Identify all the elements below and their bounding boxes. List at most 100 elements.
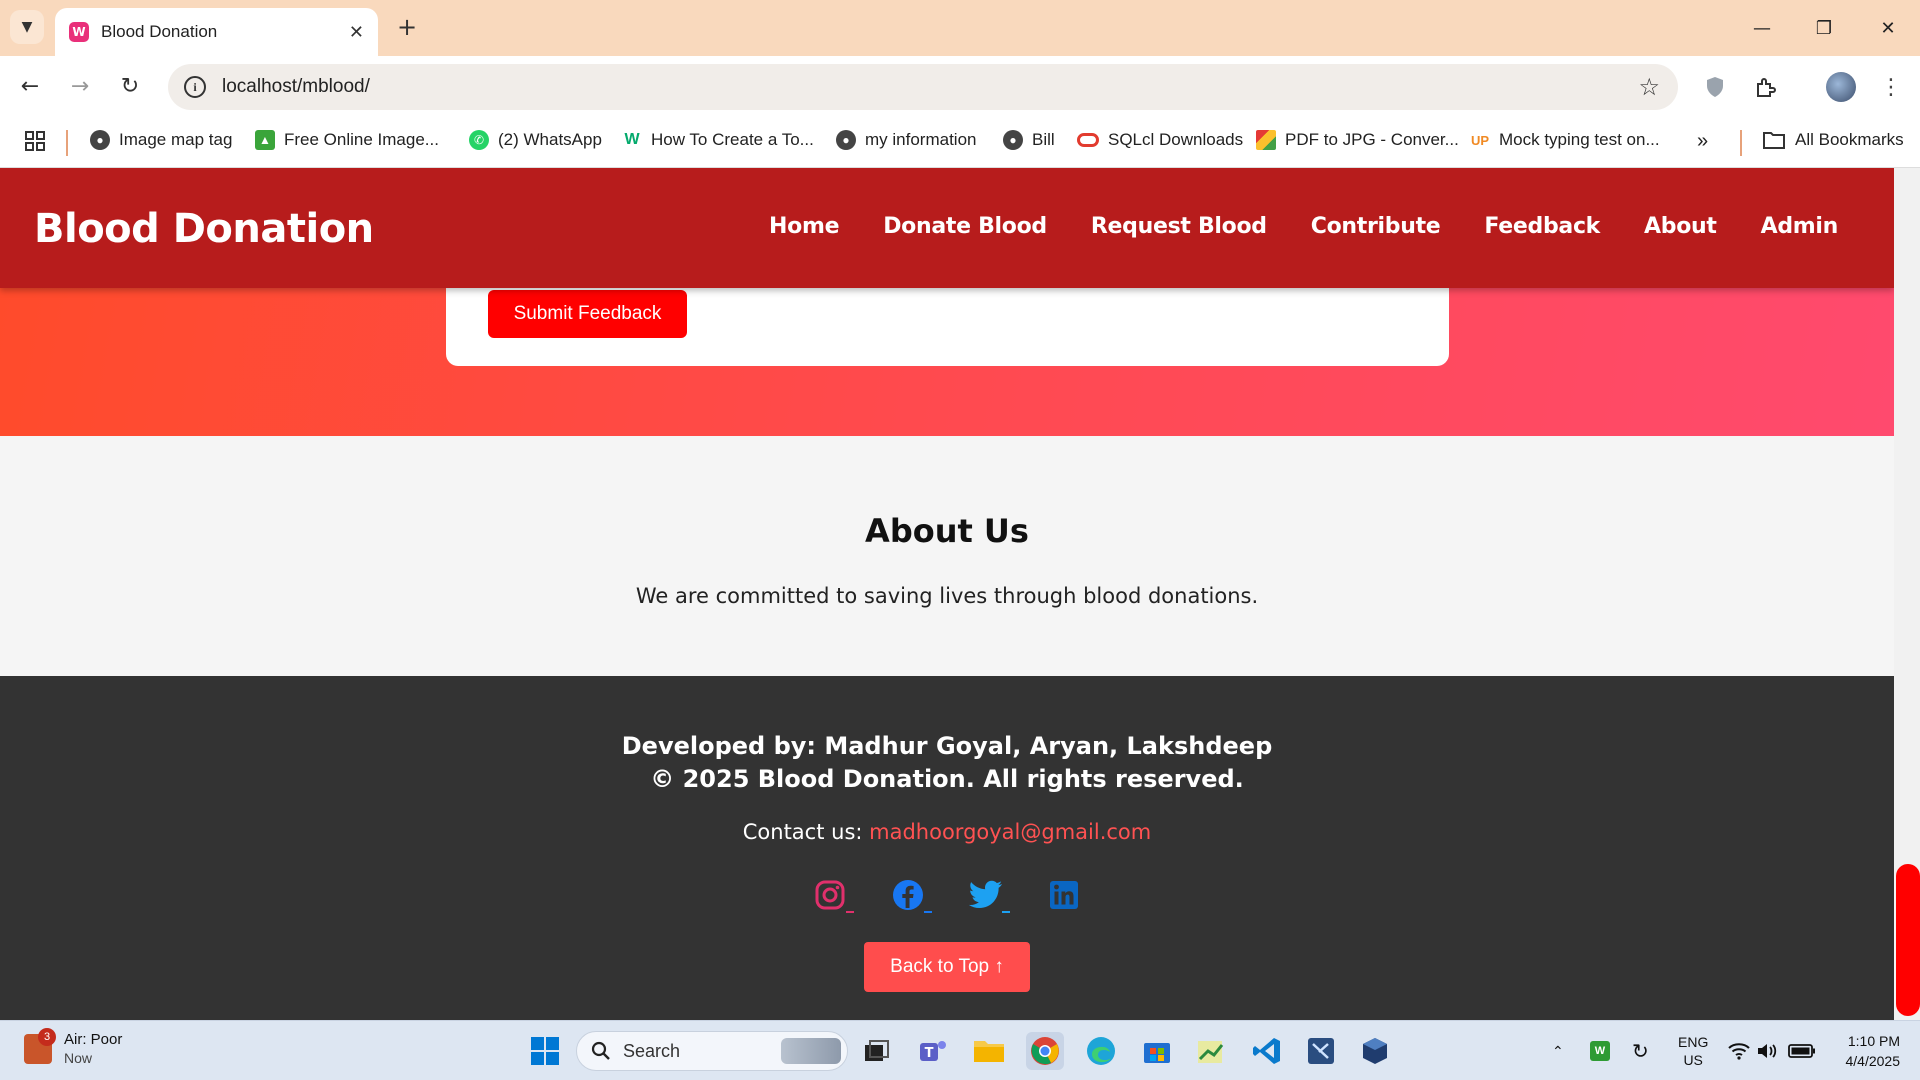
nav-about[interactable]: About — [1644, 214, 1717, 239]
nav-home[interactable]: Home — [769, 214, 839, 239]
bookmark-item[interactable]: SQLcl Downloads — [1077, 130, 1243, 150]
close-window-icon[interactable]: ✕ — [1868, 10, 1908, 46]
more-bookmarks-button[interactable]: » — [1697, 130, 1708, 153]
submit-feedback-button[interactable]: Submit Feedback — [488, 290, 687, 338]
bookmark-label: Bill — [1032, 130, 1055, 149]
url-text[interactable]: localhost/mblood/ — [222, 76, 370, 98]
oracle-icon — [1077, 133, 1099, 147]
bookmark-label: PDF to JPG - Conver... — [1285, 130, 1459, 149]
weather-widget[interactable]: 3 Air: Poor Now — [24, 1028, 122, 1068]
contact-prefix: Contact us: — [742, 820, 870, 844]
bookmark-item[interactable]: W How To Create a To... — [622, 130, 814, 150]
virtualbox-icon[interactable] — [1356, 1032, 1394, 1070]
notification-badge: 3 — [38, 1028, 56, 1046]
about-title: About Us — [865, 512, 1029, 550]
nav-request-blood[interactable]: Request Blood — [1091, 214, 1267, 239]
linkedin-icon[interactable] — [1044, 875, 1084, 915]
site-header: Blood Donation Home Donate Blood Request… — [0, 168, 1894, 288]
contact-email-link[interactable]: madhoorgoyal@gmail.com — [869, 820, 1151, 844]
about-text: We are committed to saving lives through… — [635, 584, 1259, 608]
twitter-icon[interactable] — [966, 875, 1010, 915]
microsoft-store-icon[interactable] — [1138, 1032, 1176, 1070]
new-tab-button[interactable]: + — [392, 12, 422, 42]
bookmark-label: Free Online Image... — [284, 130, 439, 149]
bookmark-label: How To Create a To... — [651, 130, 814, 149]
file-explorer-icon[interactable] — [970, 1032, 1008, 1070]
chrome-icon[interactable] — [1026, 1032, 1064, 1070]
bookmark-item[interactable]: ● Image map tag — [90, 130, 232, 150]
lang-bottom: US — [1683, 1052, 1703, 1068]
wamp-tray-icon[interactable]: W — [1590, 1021, 1610, 1080]
battery-icon[interactable] — [1788, 1021, 1816, 1080]
search-icon — [591, 1041, 610, 1060]
edge-icon[interactable] — [1082, 1032, 1120, 1070]
nav-feedback[interactable]: Feedback — [1484, 214, 1600, 239]
about-section: About Us We are committed to saving live… — [0, 436, 1894, 676]
language-indicator[interactable]: ENG US — [1678, 1021, 1708, 1080]
page-scrollbar-thumb[interactable] — [1896, 864, 1920, 1016]
nav-admin[interactable]: Admin — [1761, 214, 1839, 239]
menu-kebab-icon[interactable]: ⋮ — [1874, 70, 1908, 104]
globe-icon: ● — [1003, 130, 1023, 150]
forward-arrow-icon[interactable]: → — [62, 68, 98, 104]
tab-search-button[interactable]: ▼ — [10, 10, 44, 44]
volume-icon[interactable] — [1756, 1021, 1778, 1080]
minimize-window-icon[interactable]: — — [1742, 10, 1782, 46]
facebook-icon[interactable] — [888, 875, 932, 915]
up-icon: UP — [1470, 132, 1490, 148]
snipping-app-icon[interactable] — [1302, 1032, 1340, 1070]
reload-icon[interactable]: ↻ — [112, 68, 148, 104]
sync-tray-icon[interactable]: ↻ — [1632, 1021, 1649, 1080]
browser-tab-bar: ▼ W Blood Donation ✕ + — ❐ ✕ — [0, 0, 1920, 56]
extensions-puzzle-icon[interactable] — [1748, 70, 1782, 104]
taskbar-search[interactable]: Search — [576, 1031, 848, 1071]
site-footer: Developed by: Madhur Goyal, Aryan, Laksh… — [0, 676, 1894, 1020]
bookmark-item[interactable]: UP Mock typing test on... — [1470, 130, 1660, 150]
bookmark-label: my information — [865, 130, 977, 149]
all-bookmarks-label: All Bookmarks — [1795, 130, 1904, 149]
bookmark-label: Image map tag — [119, 130, 233, 149]
bookmarks-separator — [1740, 130, 1742, 156]
teams-icon[interactable]: T — [914, 1032, 952, 1070]
clock-date: 4/4/2025 — [1845, 1053, 1901, 1069]
windows-start-icon[interactable] — [526, 1032, 564, 1070]
feedback-section: Submit Feedback — [0, 288, 1894, 436]
app-chart-icon[interactable] — [1192, 1032, 1230, 1070]
task-view-icon[interactable] — [858, 1032, 896, 1070]
bookmark-item[interactable]: ● my information — [836, 130, 976, 150]
wamp-favicon-icon: W — [69, 22, 89, 42]
show-hidden-icons-chevron-icon[interactable]: ⌃ — [1552, 1021, 1564, 1080]
restore-window-icon[interactable]: ❐ — [1804, 10, 1844, 46]
vscode-icon[interactable] — [1248, 1032, 1286, 1070]
lang-top: ENG — [1678, 1034, 1709, 1050]
search-placeholder: Search — [623, 1040, 681, 1061]
web-page: Blood Donation Home Donate Blood Request… — [0, 168, 1894, 1020]
browser-tab[interactable]: W Blood Donation ✕ — [55, 8, 378, 56]
bookmark-label: (2) WhatsApp — [498, 130, 602, 149]
copyright-text: © 2025 Blood Donation. All rights reserv… — [650, 765, 1244, 793]
bookmark-item[interactable]: PDF to JPG - Conver... — [1256, 130, 1459, 150]
folder-icon — [1763, 132, 1785, 149]
site-logo[interactable]: Blood Donation — [34, 206, 374, 252]
wifi-icon[interactable] — [1728, 1021, 1750, 1080]
bookmark-label: SQLcl Downloads — [1108, 130, 1244, 149]
extension-shield-icon[interactable] — [1698, 70, 1732, 104]
back-to-top-button[interactable]: Back to Top ↑ — [864, 942, 1030, 992]
close-tab-icon[interactable]: ✕ — [349, 22, 364, 43]
nav-donate-blood[interactable]: Donate Blood — [883, 214, 1047, 239]
back-arrow-icon[interactable]: ← — [12, 68, 48, 104]
nav-contribute[interactable]: Contribute — [1311, 214, 1441, 239]
bookmark-item[interactable]: ● Bill — [1003, 130, 1055, 150]
apps-grid-icon[interactable] — [24, 130, 46, 152]
profile-avatar[interactable] — [1826, 72, 1856, 102]
air-quality-icon: 3 — [24, 1028, 56, 1064]
site-info-icon[interactable]: i — [184, 76, 206, 98]
taskbar-clock[interactable]: 1:10 PM 4/4/2025 — [1830, 1031, 1901, 1071]
address-bar[interactable]: i localhost/mblood/ ☆ — [168, 64, 1678, 110]
bookmark-star-icon[interactable]: ☆ — [1638, 73, 1660, 101]
instagram-icon[interactable] — [810, 875, 854, 915]
bookmark-item[interactable]: ▲ Free Online Image... — [255, 130, 439, 150]
globe-icon: ● — [836, 130, 856, 150]
all-bookmarks-button[interactable]: All Bookmarks — [1762, 130, 1904, 150]
bookmark-item[interactable]: ✆ (2) WhatsApp — [469, 130, 602, 150]
